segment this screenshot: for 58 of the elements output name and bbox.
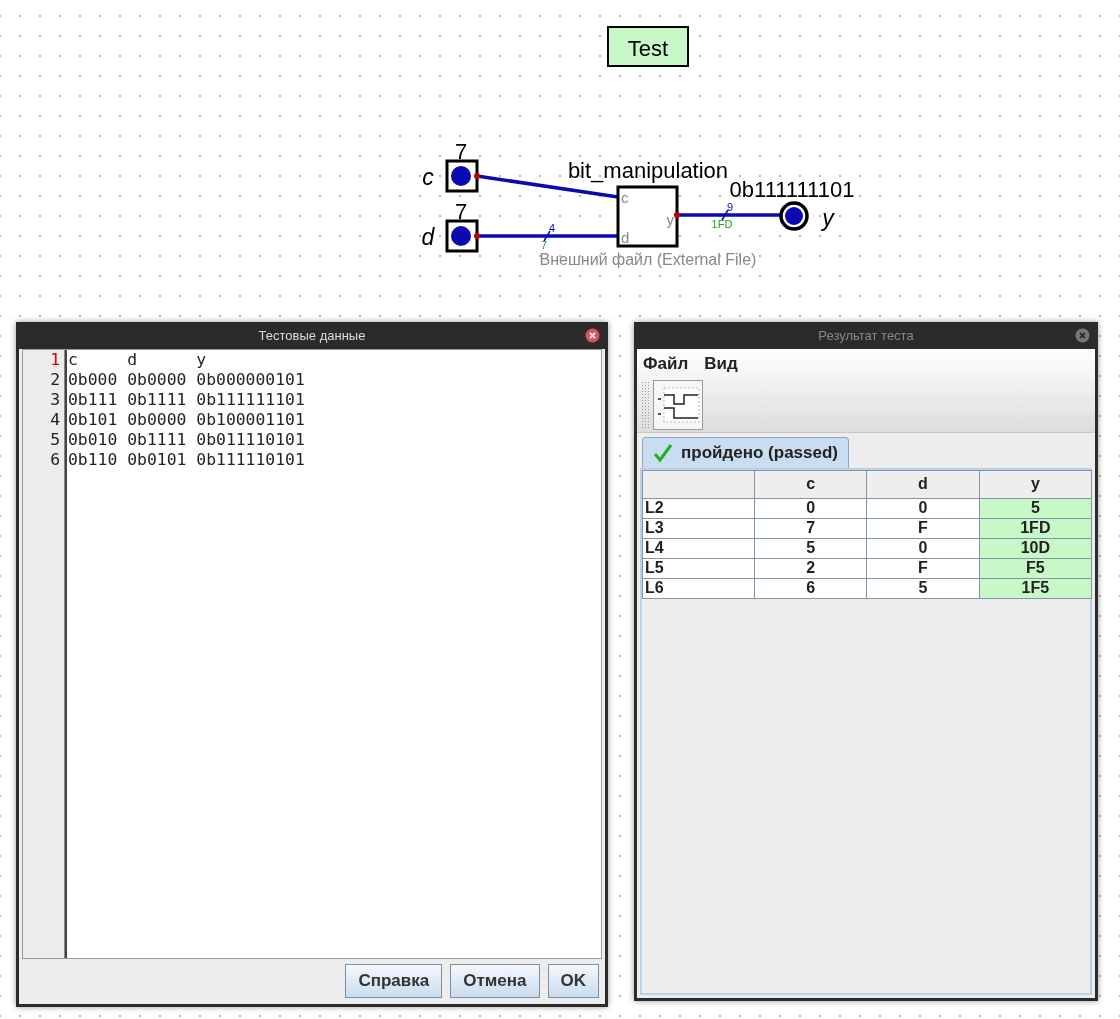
port-label: c — [621, 189, 629, 206]
toolbar-button[interactable] — [653, 379, 703, 430]
table-cell: L4 — [642, 538, 755, 558]
connection-dot — [474, 173, 480, 179]
port-label: y — [666, 211, 674, 228]
table-cell: L5 — [642, 558, 755, 578]
bus-width: 9 — [727, 201, 734, 213]
dialog-button[interactable]: Отмена — [450, 964, 540, 998]
menu-item[interactable]: Файл — [643, 351, 689, 375]
code-line: 0b111 0b1111 0b111111101 — [68, 390, 305, 410]
bus-width: 4 — [549, 222, 556, 234]
waveform-icon — [656, 386, 700, 423]
port-label: d — [621, 229, 630, 246]
wire-value: 1FD — [711, 218, 733, 230]
dialog-button[interactable]: OK — [547, 964, 599, 998]
table-cell: L2 — [642, 498, 755, 518]
input-pin — [445, 159, 479, 193]
column-header: y — [979, 470, 1092, 498]
bus-marker — [543, 230, 551, 242]
close-icon[interactable] — [585, 328, 600, 343]
test-label: Test — [607, 26, 689, 67]
check-icon — [653, 442, 673, 463]
result-tab[interactable]: пройдено (passed) — [642, 437, 850, 468]
dialog-button[interactable]: Справка — [345, 964, 443, 998]
window-title: Тестовые данные — [258, 326, 366, 345]
menu-item[interactable]: Вид — [704, 351, 738, 375]
code-line: c d y — [68, 350, 208, 370]
column-header: c — [754, 470, 867, 498]
table-cell: L6 — [642, 578, 755, 598]
pin-value: 7 — [454, 139, 468, 164]
component-caption: Внешний файл (External File) — [539, 251, 757, 268]
wire-value: 7 — [540, 239, 548, 251]
code-line: 0b101 0b0000 0b100001101 — [68, 410, 305, 430]
pin-value: 0b111111101 — [729, 177, 855, 202]
column-header: d — [866, 470, 980, 498]
connection-dot — [674, 212, 680, 218]
line-number: 2 — [49, 370, 60, 390]
line-number: 4 — [49, 410, 60, 430]
pin-label: c — [422, 164, 434, 190]
line-number: 3 — [49, 390, 60, 410]
component-name: bit_manipulation — [567, 158, 729, 183]
table-cell: L3 — [642, 518, 755, 538]
window-title: Результат теста — [818, 326, 914, 345]
pin-label: d — [421, 224, 435, 250]
text-editor[interactable]: 1 2 3 4 5 6 c d y 0b000 0b0000 0b000000101 0b111 0b1111 0b111111101 0b101 0b0000 0b100001101 0b010 0b1111 0b011110101 0b110 0b0101 0b111110101 — [22, 349, 602, 959]
input-pin — [445, 219, 479, 253]
code-line: 0b110 0b0101 0b111110101 — [68, 450, 305, 470]
connection-dot — [474, 233, 480, 239]
bus-marker — [721, 209, 729, 221]
pin-value: 7 — [454, 199, 468, 224]
line-number: 1 — [49, 350, 60, 370]
component-box — [616, 185, 679, 248]
line-number: 6 — [49, 450, 60, 470]
line-number: 5 — [49, 430, 60, 450]
output-pin — [779, 201, 809, 231]
pin-label: y — [822, 205, 834, 231]
code-line: 0b010 0b1111 0b011110101 — [68, 430, 305, 450]
code-line: 0b000 0b0000 0b000000101 — [68, 370, 305, 390]
